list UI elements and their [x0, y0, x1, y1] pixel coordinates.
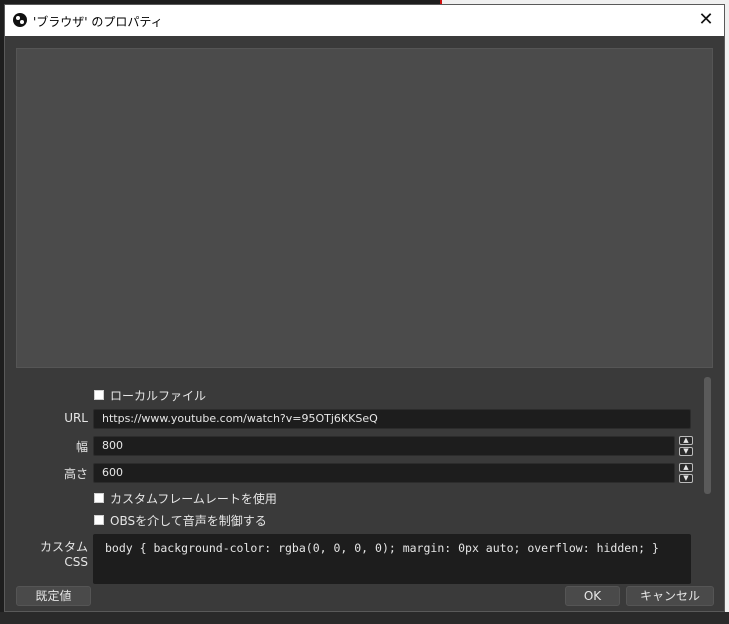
height-stepper[interactable]: ▲ ▼: [679, 463, 693, 483]
custom-framerate-label: カスタムフレームレートを使用: [110, 491, 277, 506]
url-input[interactable]: https://www.youtube.com/watch?v=95OTj6KK…: [93, 409, 691, 429]
height-label: 高さ: [63, 467, 88, 481]
properties-scrollbar[interactable]: [704, 377, 711, 494]
url-label: URL: [64, 411, 88, 425]
width-stepper[interactable]: ▲ ▼: [679, 436, 693, 456]
height-input[interactable]: 600: [93, 463, 675, 483]
custom-css-editor[interactable]: body { background-color: rgba(0, 0, 0, 0…: [93, 534, 691, 584]
obs-audio-option[interactable]: OBSを介して音声を制御する: [94, 512, 267, 528]
cancel-button[interactable]: キャンセル: [626, 586, 714, 606]
height-decrement-icon[interactable]: ▼: [679, 474, 693, 483]
custom-css-label: カスタム CSS: [39, 540, 88, 569]
window-title: 'ブラウザ' のプロパティ: [33, 15, 163, 29]
close-icon: ✕: [698, 9, 714, 30]
local-file-checkbox[interactable]: [94, 390, 104, 400]
obs-audio-checkbox[interactable]: [94, 515, 104, 525]
height-value: 600: [102, 466, 123, 479]
properties-panel: ローカルファイル URL https://www.youtube.com/wat…: [16, 377, 713, 584]
close-button[interactable]: ✕: [692, 8, 720, 32]
defaults-button[interactable]: 既定値: [16, 586, 91, 606]
width-decrement-icon[interactable]: ▼: [679, 447, 693, 456]
obs-audio-label: OBSを介して音声を制御する: [110, 513, 267, 528]
background-status-strip: [0, 612, 729, 624]
width-label: 幅: [75, 440, 88, 454]
width-input[interactable]: 800: [93, 436, 675, 456]
title-bar[interactable]: 'ブラウザ' のプロパティ ✕: [5, 5, 724, 36]
browser-properties-dialog: 'ブラウザ' のプロパティ ✕ ローカルファイル URL https://www…: [4, 4, 725, 612]
custom-framerate-checkbox[interactable]: [94, 493, 104, 503]
width-increment-icon[interactable]: ▲: [679, 436, 693, 445]
url-value: https://www.youtube.com/watch?v=95OTj6KK…: [102, 412, 378, 425]
height-increment-icon[interactable]: ▲: [679, 463, 693, 472]
local-file-option[interactable]: ローカルファイル: [94, 387, 206, 403]
obs-logo-icon: [13, 13, 27, 27]
custom-framerate-option[interactable]: カスタムフレームレートを使用: [94, 490, 277, 506]
local-file-label: ローカルファイル: [110, 388, 207, 403]
width-value: 800: [102, 439, 123, 452]
source-preview: [16, 48, 713, 368]
ok-button[interactable]: OK: [565, 586, 620, 606]
